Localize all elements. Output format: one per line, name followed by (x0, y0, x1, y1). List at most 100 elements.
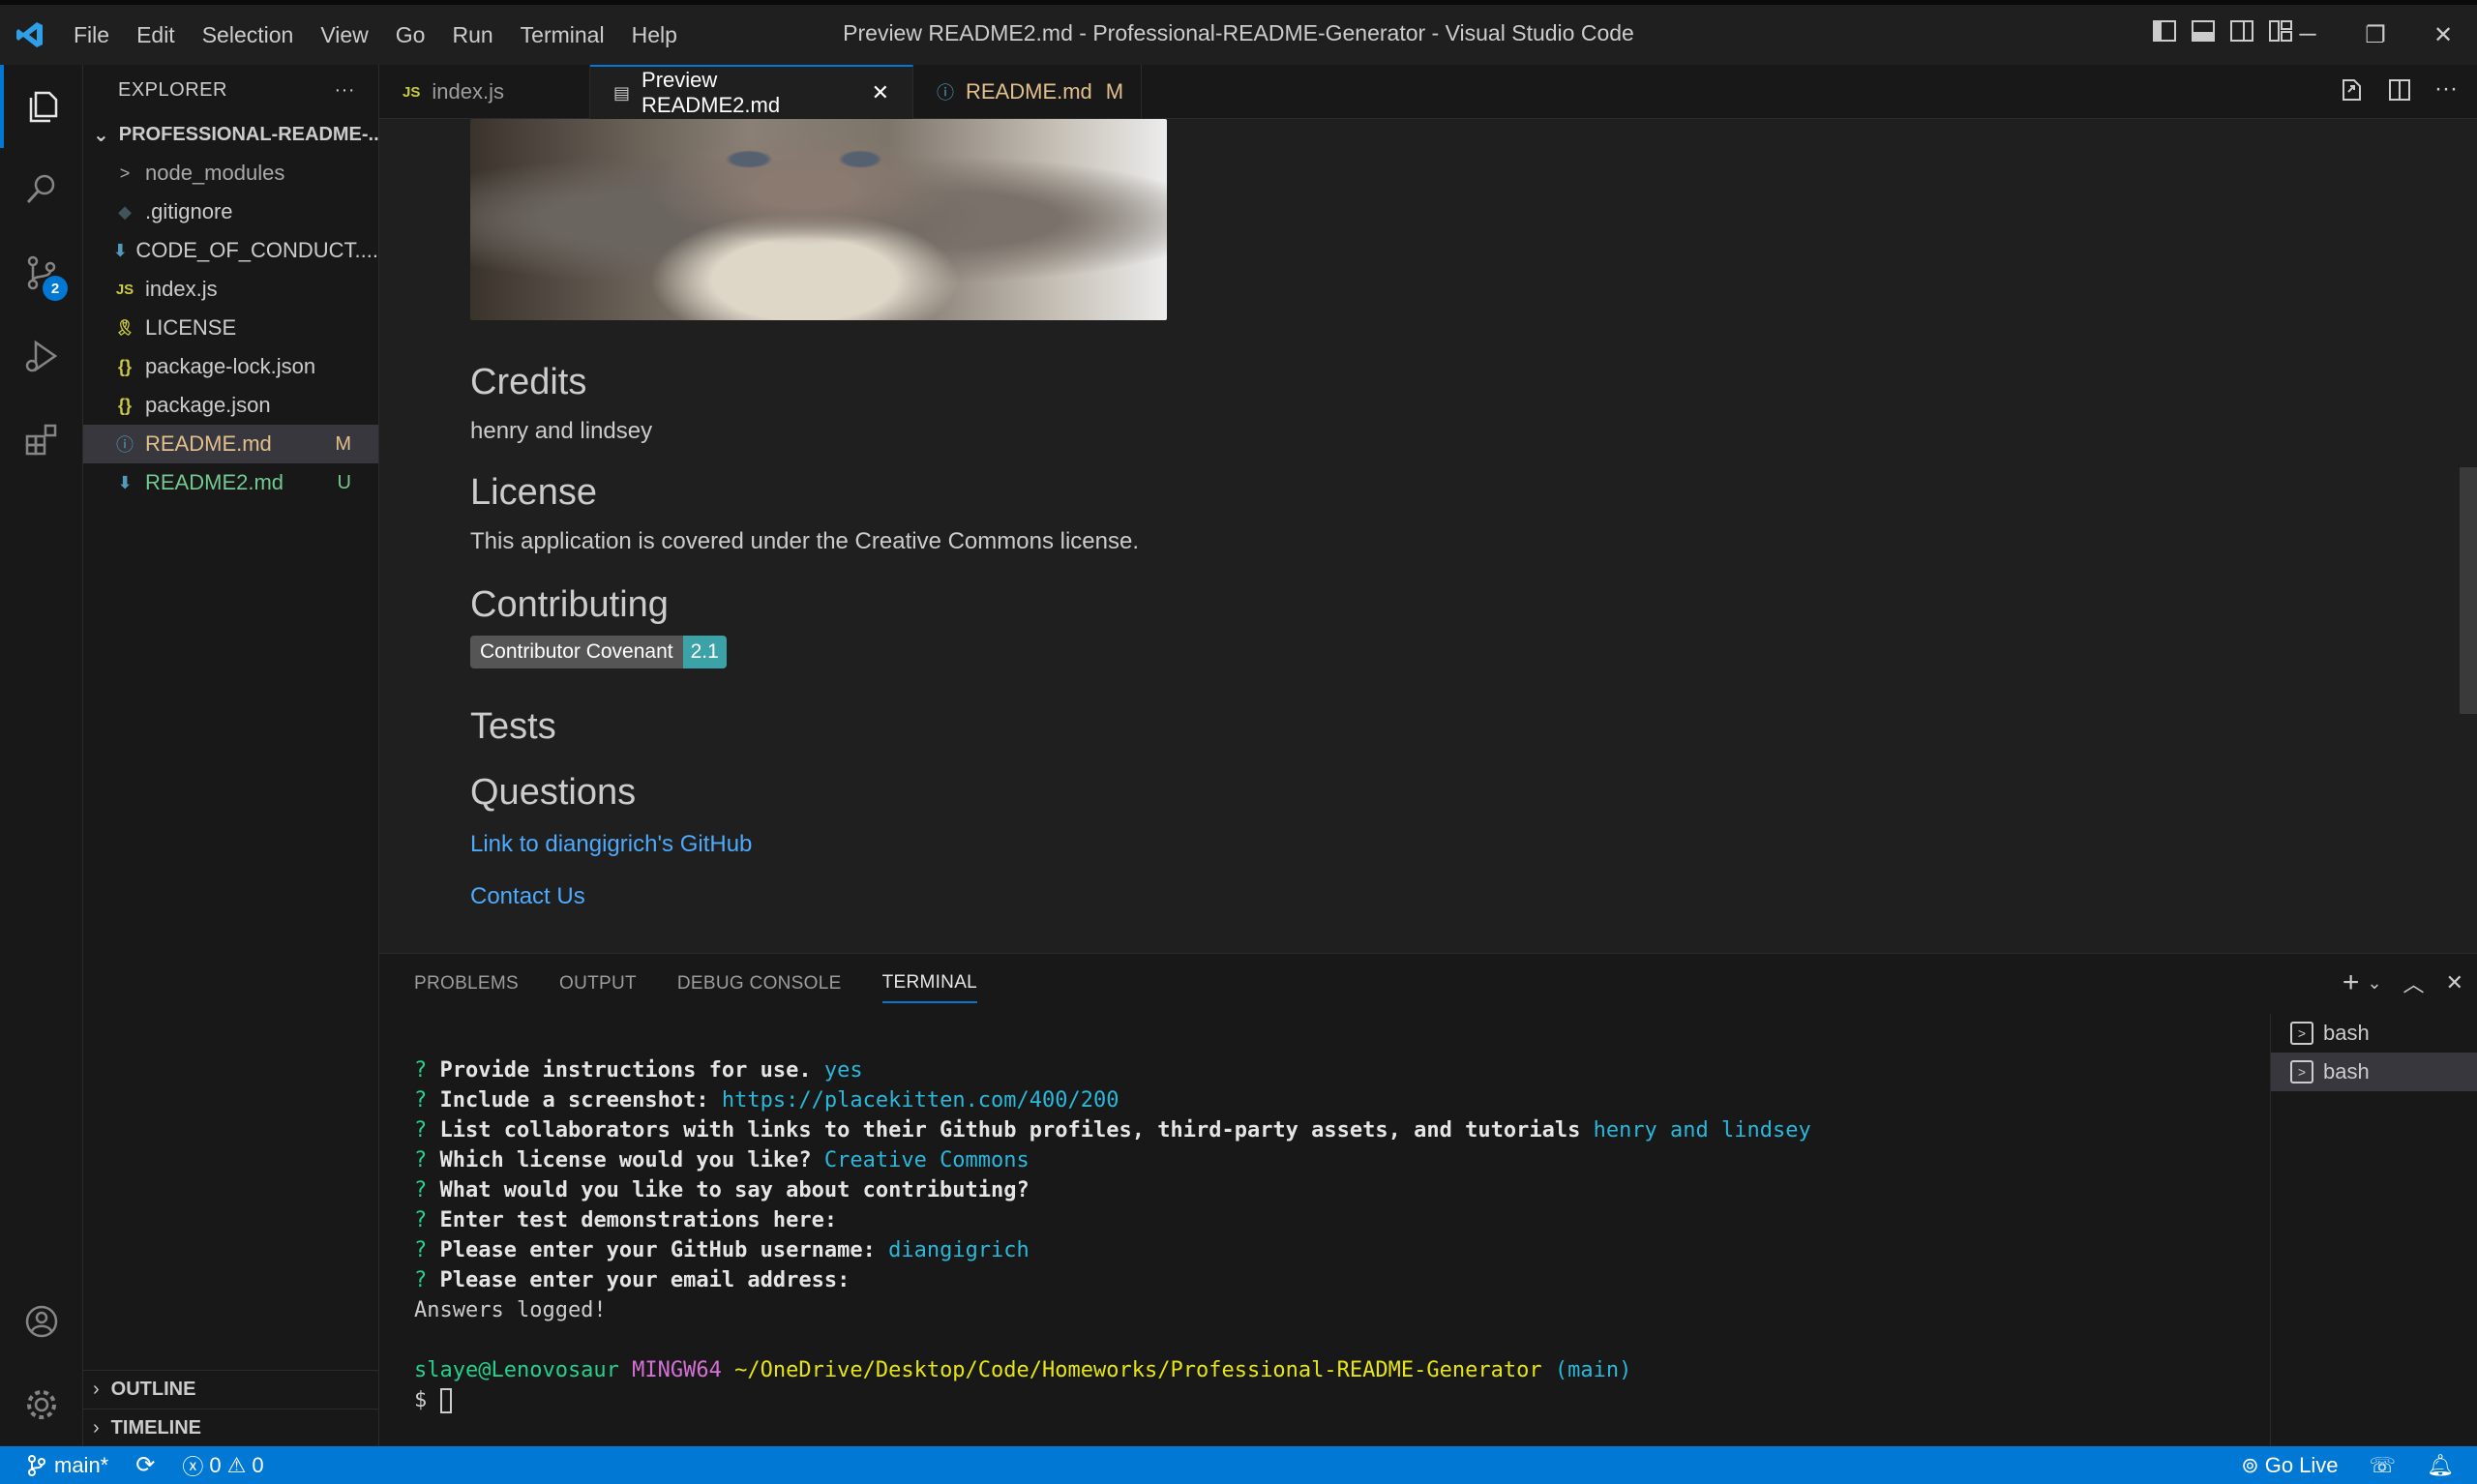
terminal-instance-bash-1[interactable]: > bash (2271, 1014, 2477, 1053)
menu-help[interactable]: Help (618, 5, 691, 65)
tree-item-package-json[interactable]: {} package.json (83, 386, 378, 425)
contributor-covenant-badge[interactable]: Contributor Covenant 2.1 (470, 636, 727, 668)
menu-go[interactable]: Go (382, 5, 439, 65)
timeline-section[interactable]: › TIMELINE (83, 1409, 379, 1447)
menu-bar: File Edit Selection View Go Run Terminal… (60, 5, 691, 65)
tree-item-package-lock[interactable]: {} package-lock.json (83, 347, 378, 386)
tree-item-label: README2.md (145, 470, 284, 494)
title-bar: File Edit Selection View Go Run Terminal… (0, 0, 2477, 65)
tab-readme[interactable]: ⓘ README.md M (913, 65, 1142, 119)
explorer-title: EXPLORER (118, 78, 227, 101)
warning-count: 0 (252, 1452, 264, 1477)
sync-icon[interactable]: ⟳ (135, 1451, 155, 1479)
tree-item-index-js[interactable]: JS index.js (83, 270, 378, 309)
menu-selection[interactable]: Selection (189, 5, 308, 65)
menu-view[interactable]: View (307, 5, 381, 65)
badge-label: Contributor Covenant (470, 636, 683, 668)
explorer-sidebar: EXPLORER ··· ⌄ PROFESSIONAL-README-... >… (83, 65, 379, 1446)
contributing-heading: Contributing (470, 584, 669, 625)
toggle-panel-icon[interactable] (2191, 18, 2216, 44)
timeline-label: TIMELINE (110, 1417, 202, 1439)
more-actions-icon[interactable]: ··· (335, 79, 355, 102)
terminal-line: ? Enter test demonstrations here: (414, 1208, 838, 1232)
tab-terminal[interactable]: TERMINAL (881, 965, 978, 1003)
tab-index-js[interactable]: JS index.js (379, 65, 590, 119)
tab-label: Preview README2.md (642, 68, 781, 117)
broadcast-icon: ⊚ (2241, 1452, 2259, 1477)
maximize-panel-icon[interactable]: ︿ (2403, 967, 2425, 998)
tab-preview-readme2[interactable]: ▤ Preview README2.md ✕ (590, 65, 913, 119)
scm-badge: 2 (43, 276, 68, 301)
terminal-instance-bash-2[interactable]: > bash (2271, 1053, 2477, 1091)
source-control-icon[interactable]: 2 (0, 231, 83, 314)
close-window-icon[interactable]: ✕ (2409, 5, 2477, 65)
tab-output[interactable]: OUTPUT (559, 965, 637, 1002)
tree-item-label: README.md (145, 431, 272, 456)
git-status-untracked: U (337, 471, 351, 493)
outline-label: OUTLINE (110, 1379, 196, 1400)
menu-file[interactable]: File (60, 5, 123, 65)
extensions-icon[interactable] (0, 398, 83, 481)
tree-item-label: package-lock.json (145, 354, 316, 378)
outline-section[interactable]: › OUTLINE (83, 1370, 379, 1409)
tab-problems[interactable]: PROBLEMS (414, 965, 519, 1002)
toggle-secondary-sidebar-icon[interactable] (2229, 18, 2254, 44)
terminal-output[interactable]: ? Provide instructions for use. yes ? Inc… (414, 1025, 2311, 1475)
chevron-right-icon: › (93, 1379, 100, 1400)
tab-debug-console[interactable]: DEBUG CONSOLE (677, 965, 842, 1002)
run-debug-icon[interactable] (0, 314, 83, 398)
workspace-folder-label: PROFESSIONAL-README-... (118, 123, 378, 145)
menu-edit[interactable]: Edit (123, 5, 189, 65)
tree-item-license[interactable]: 🎗 LICENSE (83, 309, 378, 347)
tree-item-node-modules[interactable]: > node_modules (83, 154, 378, 193)
github-link[interactable]: Link to diangigrich's GitHub (470, 831, 1167, 858)
restore-icon[interactable]: ❐ (2342, 5, 2409, 65)
vscode-logo-icon (0, 5, 60, 65)
git-status-modified: M (1105, 79, 1124, 104)
git-file-icon: ◆ (118, 201, 132, 222)
tree-item-code-of-conduct[interactable]: ⬇ CODE_OF_CONDUCT.... (83, 231, 378, 270)
chevron-right-icon: › (93, 1417, 100, 1439)
split-editor-icon[interactable] (2386, 76, 2413, 104)
chevron-down-icon[interactable]: ⌄ (2367, 973, 2381, 994)
terminal-icon: > (2290, 1022, 2313, 1045)
problems-status[interactable]: ⓧ 0 ⚠ 0 (182, 1450, 263, 1481)
tree-item-readme2[interactable]: ⬇ README2.md U (83, 463, 378, 502)
workspace-folder[interactable]: ⌄ PROFESSIONAL-README-... (83, 115, 378, 154)
branch-status[interactable]: main* (27, 1453, 108, 1478)
terminal-input-line[interactable]: $ (414, 1385, 2311, 1415)
manage-gear-icon[interactable] (0, 1363, 83, 1446)
tree-item-readme[interactable]: ⓘ README.md M (83, 425, 378, 463)
error-count: 0 (209, 1452, 222, 1477)
terminal-line: ? Please enter your GitHub username: dia… (414, 1238, 1030, 1262)
contact-link[interactable]: Contact Us (470, 883, 1167, 910)
open-source-icon[interactable] (2338, 76, 2365, 104)
info-file-icon: ⓘ (116, 435, 134, 455)
layout-controls (2152, 18, 2293, 44)
preview-scrollbar[interactable] (2460, 467, 2477, 714)
git-status-modified: M (335, 432, 351, 455)
minimize-icon[interactable]: ─ (2274, 5, 2342, 65)
close-tab-icon[interactable]: ✕ (872, 80, 889, 105)
tree-item-gitignore[interactable]: ◆ .gitignore (83, 193, 378, 231)
go-live-button[interactable]: ⊚ Go Live (2241, 1453, 2338, 1478)
search-icon[interactable] (0, 148, 83, 231)
explorer-header: EXPLORER ··· (83, 65, 378, 115)
feedback-icon[interactable]: ☏ (2370, 1453, 2397, 1478)
panel-tabs: PROBLEMS OUTPUT DEBUG CONSOLE TERMINAL (379, 954, 2477, 1014)
new-terminal-icon[interactable]: + (2343, 968, 2360, 997)
explorer-icon[interactable] (0, 65, 83, 148)
markdown-file-icon: ⬇ (112, 240, 128, 260)
menu-terminal[interactable]: Terminal (507, 5, 618, 65)
more-actions-icon[interactable]: ··· (2434, 76, 2458, 104)
credits-text: henry and lindsey (470, 418, 653, 444)
toggle-primary-sidebar-icon[interactable] (2152, 18, 2177, 44)
error-icon: ⓧ (182, 1454, 204, 1479)
activity-bar: 2 (0, 65, 83, 1446)
questions-heading: Questions (470, 772, 637, 813)
accounts-icon[interactable] (0, 1280, 83, 1363)
close-panel-icon[interactable]: ✕ (2446, 970, 2463, 995)
menu-run[interactable]: Run (438, 5, 506, 65)
notifications-bell-icon[interactable]: 🔔︎ (2427, 1453, 2454, 1478)
go-live-label: Go Live (2264, 1452, 2339, 1477)
